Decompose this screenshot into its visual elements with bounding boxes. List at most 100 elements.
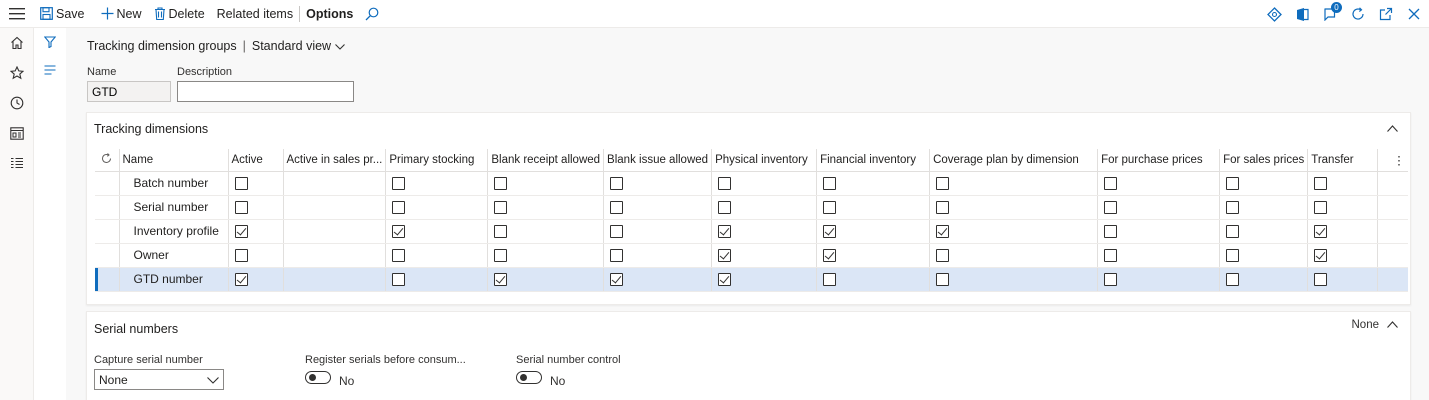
checkbox-checked[interactable] — [823, 248, 837, 262]
capture-serial-select[interactable]: None — [94, 369, 224, 390]
table-row[interactable]: Owner — [95, 243, 1408, 268]
column-header-coverage-plan[interactable]: Coverage plan by dimension — [929, 149, 1099, 172]
messages-icon[interactable]: 0 — [1319, 2, 1342, 25]
workspaces-icon[interactable] — [0, 118, 34, 148]
grid-cell[interactable] — [487, 219, 605, 244]
checkbox-checked[interactable] — [1314, 248, 1328, 262]
checkbox-unchecked[interactable] — [610, 176, 624, 190]
checkbox-unchecked[interactable] — [610, 224, 624, 238]
checkbox-unchecked[interactable] — [234, 200, 248, 214]
checkbox-unchecked[interactable] — [936, 248, 950, 262]
grid-cell[interactable] — [228, 195, 284, 220]
table-row[interactable]: Inventory profile — [95, 219, 1408, 244]
checkbox-unchecked[interactable] — [1104, 248, 1118, 262]
grid-cell[interactable] — [929, 195, 1099, 220]
column-header-blank-receipt[interactable]: Blank receipt allowed — [487, 149, 605, 172]
checkbox-checked[interactable] — [936, 224, 950, 238]
checkbox-unchecked[interactable] — [494, 176, 508, 190]
grid-cell[interactable] — [711, 267, 818, 292]
grid-cell[interactable] — [1307, 195, 1379, 220]
checkbox-unchecked[interactable] — [936, 200, 950, 214]
checkbox-unchecked[interactable] — [823, 272, 837, 286]
checkbox-unchecked[interactable] — [1104, 224, 1118, 238]
grid-cell[interactable] — [1097, 243, 1221, 268]
column-header-sales-prices[interactable]: For sales prices — [1219, 149, 1309, 172]
grid-cell[interactable] — [1097, 171, 1221, 196]
grid-cell[interactable] — [929, 219, 1099, 244]
checkbox-unchecked[interactable] — [494, 224, 508, 238]
save-button[interactable]: Save — [34, 0, 91, 28]
checkbox-unchecked[interactable] — [610, 248, 624, 262]
grid-cell[interactable] — [603, 243, 713, 268]
row-name-cell[interactable]: Serial number — [119, 195, 229, 220]
delete-button[interactable]: Delete — [148, 0, 211, 28]
checkbox-unchecked[interactable] — [392, 176, 406, 190]
checkbox-checked[interactable] — [1314, 224, 1328, 238]
row-name-cell[interactable]: Inventory profile — [119, 219, 229, 244]
checkbox-unchecked[interactable] — [1314, 200, 1328, 214]
view-selector[interactable]: Standard view — [252, 39, 345, 53]
checkbox-unchecked[interactable] — [1314, 272, 1328, 286]
grid-cell[interactable] — [603, 219, 713, 244]
collapse-tracking-button[interactable] — [1387, 123, 1398, 135]
refresh-grid-header[interactable] — [95, 149, 120, 172]
column-header-transfer[interactable]: Transfer — [1307, 149, 1379, 172]
checkbox-unchecked[interactable] — [494, 200, 508, 214]
checkbox-checked[interactable] — [392, 224, 406, 238]
checkbox-unchecked[interactable] — [392, 200, 406, 214]
checkbox-checked[interactable] — [234, 272, 248, 286]
grid-cell[interactable] — [487, 267, 605, 292]
column-header-active[interactable]: Active — [228, 149, 284, 172]
column-header-name[interactable]: Name — [119, 149, 229, 172]
modules-list-icon[interactable] — [0, 148, 34, 178]
checkbox-unchecked[interactable] — [610, 200, 624, 214]
checkbox-unchecked[interactable] — [1226, 272, 1240, 286]
checkbox-checked[interactable] — [823, 224, 837, 238]
grid-cell[interactable] — [711, 195, 818, 220]
close-icon[interactable] — [1403, 3, 1425, 25]
grid-cell[interactable] — [1219, 243, 1309, 268]
grid-cell[interactable] — [929, 171, 1099, 196]
grid-cell[interactable] — [228, 171, 284, 196]
grid-cell[interactable] — [487, 171, 605, 196]
grid-cell[interactable] — [228, 243, 284, 268]
grid-cell[interactable] — [1097, 195, 1221, 220]
checkbox-unchecked[interactable] — [494, 248, 508, 262]
checkbox-unchecked[interactable] — [1226, 224, 1240, 238]
checkbox-unchecked[interactable] — [823, 200, 837, 214]
list-view-icon[interactable] — [34, 56, 66, 84]
open-new-window-icon[interactable] — [1375, 3, 1397, 25]
table-row[interactable]: Serial number — [95, 195, 1408, 220]
filter-icon[interactable] — [34, 28, 66, 56]
checkbox-unchecked[interactable] — [1226, 248, 1240, 262]
grid-cell[interactable] — [816, 171, 931, 196]
checkbox-unchecked[interactable] — [1104, 200, 1118, 214]
new-button[interactable]: New — [95, 0, 148, 28]
checkbox-checked[interactable] — [718, 248, 732, 262]
checkbox-unchecked[interactable] — [823, 176, 837, 190]
table-row[interactable]: Batch number — [95, 171, 1408, 196]
grid-cell[interactable] — [1219, 171, 1309, 196]
checkbox-unchecked[interactable] — [234, 248, 248, 262]
grid-cell[interactable] — [385, 243, 489, 268]
row-selector[interactable] — [95, 171, 120, 196]
grid-cell[interactable] — [228, 267, 284, 292]
checkbox-checked[interactable] — [718, 224, 732, 238]
grid-cell[interactable] — [711, 171, 818, 196]
grid-cell[interactable] — [711, 219, 818, 244]
row-name-cell[interactable]: Batch number — [119, 171, 229, 196]
row-selector[interactable] — [95, 243, 120, 268]
column-header-blank-issue[interactable]: Blank issue allowed — [603, 149, 713, 172]
recent-clock-icon[interactable] — [0, 88, 34, 118]
checkbox-unchecked[interactable] — [1314, 176, 1328, 190]
grid-cell[interactable] — [1307, 267, 1379, 292]
grid-cell[interactable] — [816, 243, 931, 268]
refresh-icon[interactable] — [1347, 3, 1369, 25]
checkbox-unchecked[interactable] — [392, 248, 406, 262]
checkbox-checked[interactable] — [234, 224, 248, 238]
grid-cell[interactable] — [929, 267, 1099, 292]
row-selector[interactable] — [95, 219, 120, 244]
grid-cell[interactable] — [1097, 267, 1221, 292]
grid-cell[interactable] — [1307, 243, 1379, 268]
row-name-cell[interactable]: GTD number — [119, 267, 229, 292]
